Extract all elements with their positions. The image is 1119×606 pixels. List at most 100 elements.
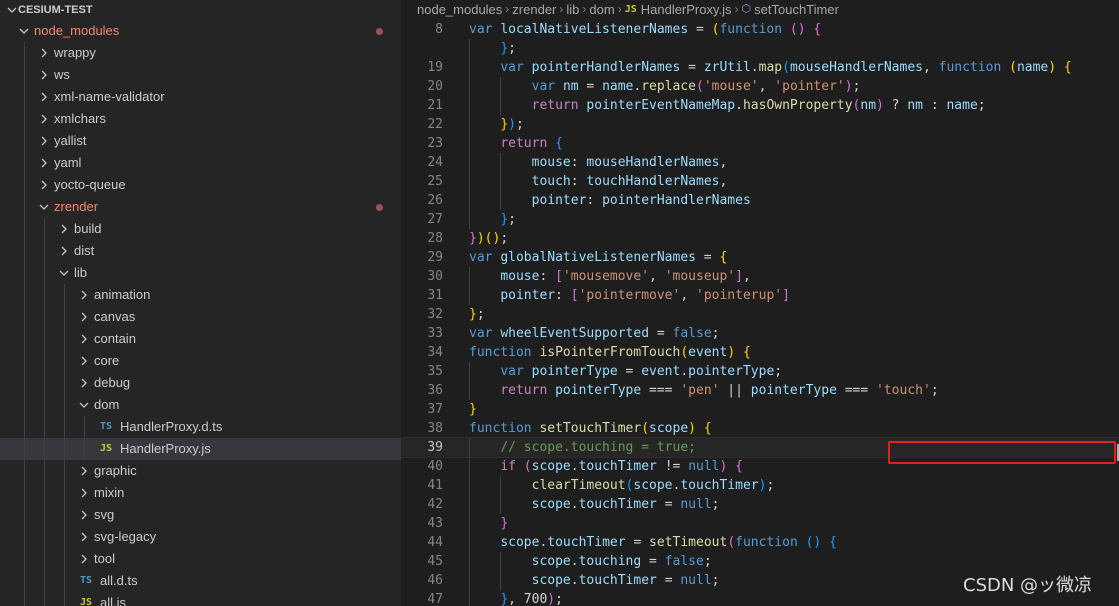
indent-guide: [24, 460, 25, 482]
tree-folder[interactable]: zrender: [0, 196, 401, 218]
chevron-right-icon: [76, 350, 92, 372]
code-line[interactable]: 37}: [401, 400, 1119, 419]
tree-folder[interactable]: lib: [0, 262, 401, 284]
tree-file[interactable]: TS HandlerProxy.d.ts: [0, 416, 401, 438]
code-token: ,: [758, 79, 775, 94]
code-line[interactable]: 31 pointer: ['pointermove', 'pointerup']: [401, 286, 1119, 305]
indent-guide: [44, 240, 45, 262]
tree-folder[interactable]: svg: [0, 504, 401, 526]
breadcrumb-item[interactable]: dom: [589, 0, 614, 19]
explorer-root-header[interactable]: CESIUM-TEST: [0, 0, 401, 20]
indent-guide: [44, 504, 45, 526]
tree-folder[interactable]: xml-name-validator: [0, 86, 401, 108]
chevron-right-icon: [76, 328, 92, 350]
line-number: 40: [427, 459, 443, 474]
tree-folder[interactable]: mixin: [0, 482, 401, 504]
code-line[interactable]: 43 }: [401, 514, 1119, 533]
code-line[interactable]: 28})();: [401, 229, 1119, 248]
code-token: localNativeListenerNames: [500, 22, 689, 37]
breadcrumb-file[interactable]: HandlerProxy.js: [641, 0, 732, 19]
code-token: ;: [500, 231, 509, 246]
tree-folder[interactable]: contain: [0, 328, 401, 350]
breadcrumb-item[interactable]: lib: [566, 0, 579, 19]
code-line[interactable]: 32};: [401, 305, 1119, 324]
code-line[interactable]: 35 var pointerType = event.pointerType;: [401, 362, 1119, 381]
code-token: scope: [649, 421, 689, 436]
code-line[interactable]: 29 var globalNativeListenerNames = {: [401, 248, 1119, 267]
indent-guide: [44, 592, 45, 606]
indent-guide: [64, 548, 65, 570]
indent-guide: [64, 284, 65, 306]
line-number: 28: [427, 231, 443, 246]
tree-folder[interactable]: yaml: [0, 152, 401, 174]
code-line[interactable]: 27 };: [401, 210, 1119, 229]
tree-folder[interactable]: dist: [0, 240, 401, 262]
tree-item-label: core: [94, 353, 120, 368]
js-file-icon: JS: [80, 597, 93, 606]
tree-folder[interactable]: debug: [0, 372, 401, 394]
tree-folder[interactable]: dom: [0, 394, 401, 416]
code-line[interactable]: 33 var wheelEventSupported = false;: [401, 324, 1119, 343]
chevron-down-icon: [56, 262, 72, 284]
tree-folder[interactable]: svg-legacy: [0, 526, 401, 548]
code-line[interactable]: 25 touch: touchHandlerNames,: [401, 172, 1119, 191]
code-token: null: [680, 573, 712, 588]
tree-file[interactable]: JS HandlerProxy.js: [0, 438, 401, 460]
code-line[interactable]: 20 var nm = name.replace('mouse', 'point…: [401, 77, 1119, 96]
file-tree: node_modules wrappy ws xml-name-validator xm…: [0, 20, 401, 606]
code-line[interactable]: 8 var localNativeListenerNames = (functio…: [401, 20, 1119, 39]
tree-folder[interactable]: wrappy: [0, 42, 401, 64]
code-line[interactable]: 19 var pointerHandlerNames = zrUtil.map(…: [401, 58, 1119, 77]
tree-folder[interactable]: canvas: [0, 306, 401, 328]
chevron-right-icon: [36, 130, 52, 152]
chevron-right-icon: [76, 504, 92, 526]
tree-folder[interactable]: core: [0, 350, 401, 372]
code-line[interactable]: 38 function setTouchTimer(scope) {: [401, 419, 1119, 438]
tree-folder[interactable]: yallist: [0, 130, 401, 152]
code-token: var: [500, 60, 532, 75]
code-line[interactable]: 45 scope.touching = false;: [401, 552, 1119, 571]
code-token: {: [555, 136, 563, 151]
tree-file[interactable]: JS all.js: [0, 592, 401, 606]
tree-file[interactable]: TS all.d.ts: [0, 570, 401, 592]
indent-guide: [84, 416, 85, 438]
tree-folder[interactable]: animation: [0, 284, 401, 306]
code-text: };: [469, 305, 485, 324]
breadcrumb-symbol[interactable]: setTouchTimer: [754, 0, 839, 19]
code-line[interactable]: 44 scope.touchTimer = setTimeout(functio…: [401, 533, 1119, 552]
tree-item-label: ws: [54, 67, 70, 82]
tree-folder[interactable]: graphic: [0, 460, 401, 482]
indent-guide: [24, 350, 25, 372]
code-line[interactable]: 21 return pointerEventNameMap.hasOwnProp…: [401, 96, 1119, 115]
indent-guide: [24, 64, 25, 86]
breadcrumb-item[interactable]: node_modules: [417, 0, 502, 19]
tree-folder[interactable]: ws: [0, 64, 401, 86]
breadcrumb-item[interactable]: zrender: [512, 0, 556, 19]
line-number: 44: [427, 535, 443, 550]
code-line[interactable]: 42 scope.touchTimer = null;: [401, 495, 1119, 514]
code-line[interactable]: 41 clearTimeout(scope.touchTimer);: [401, 476, 1119, 495]
tree-folder[interactable]: build: [0, 218, 401, 240]
code-line[interactable]: 30 mouse: ['mousemove', 'mouseup'],: [401, 267, 1119, 286]
chevron-down-icon: [36, 196, 52, 218]
code-line[interactable]: 34 function isPointerFromTouch(event) {: [401, 343, 1119, 362]
code-line[interactable]: 23 return {: [401, 134, 1119, 153]
chevron-right-icon: [76, 526, 92, 548]
code-token: (: [680, 345, 689, 360]
indent-guide: [44, 372, 45, 394]
code-token: ): [844, 79, 853, 94]
tree-folder[interactable]: tool: [0, 548, 401, 570]
code-line[interactable]: 22 });: [401, 115, 1119, 134]
tree-folder[interactable]: xmlchars: [0, 108, 401, 130]
code-line[interactable]: 26 pointer: pointerHandlerNames: [401, 191, 1119, 210]
code-line[interactable]: 36 return pointerType === 'pen' || point…: [401, 381, 1119, 400]
code-editor[interactable]: node_modules › zrender › lib › dom › JS HandlerPr…: [401, 0, 1119, 606]
code-line[interactable]: };: [401, 39, 1119, 58]
tree-folder[interactable]: node_modules: [0, 20, 401, 42]
code-line[interactable]: 24 mouse: mouseHandlerNames,: [401, 153, 1119, 172]
tree-folder[interactable]: yocto-queue: [0, 174, 401, 196]
